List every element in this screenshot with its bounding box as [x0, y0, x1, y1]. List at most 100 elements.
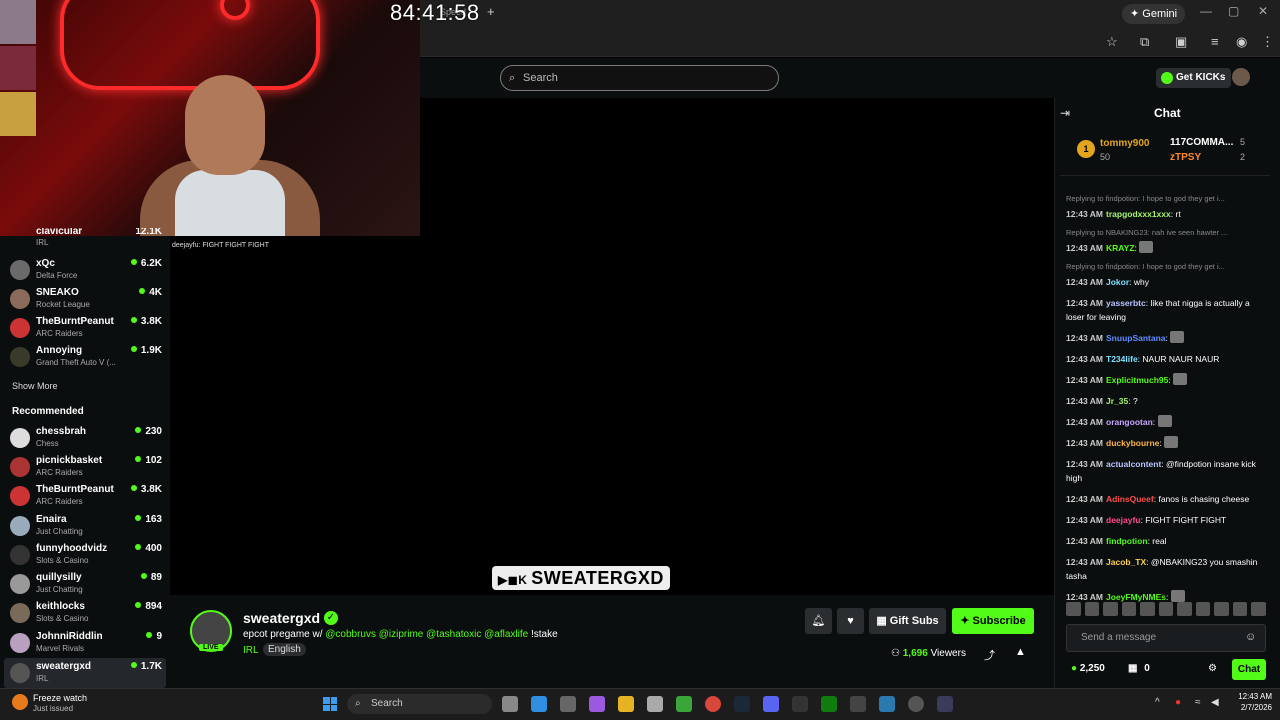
sidebar-channel[interactable]: Annoying Grand Theft Auto V (... 1.9K [10, 343, 162, 371]
emote-item[interactable] [1251, 602, 1267, 616]
start-button[interactable] [323, 697, 337, 711]
microphone-icon[interactable]: ● [1175, 697, 1181, 708]
sidebar-channel[interactable]: JohnniRiddlin Marvel Rivals 9 [10, 629, 162, 657]
task-view-icon[interactable] [502, 696, 518, 712]
leaderboard-name[interactable]: tommy900 [1100, 138, 1149, 149]
chrome-icon[interactable] [705, 696, 721, 712]
sidebar-channel[interactable]: TheBurntPeanut ARC Raiders 3.8K [10, 482, 162, 510]
chat-username[interactable]: KRAYZ [1106, 243, 1135, 253]
get-kicks-button[interactable]: Get KICKs [1156, 68, 1232, 88]
chat-username[interactable]: deejayfu [1106, 515, 1141, 525]
emote-item[interactable] [1232, 602, 1248, 616]
sidebar-channel-active[interactable]: sweatergxd IRL 1.7K [10, 659, 162, 687]
kicks-balance[interactable]: ● 2,250 [1071, 663, 1105, 674]
chat-username[interactable]: orangootan [1106, 417, 1153, 427]
emote-item[interactable] [1066, 602, 1081, 616]
chat-reply-context[interactable]: Replying to findpotion: I hope to god th… [1066, 194, 1264, 203]
chat-message-input[interactable]: Send a message [1066, 624, 1266, 652]
app-icon[interactable] [850, 696, 866, 712]
show-more-link[interactable]: Show More [12, 381, 58, 391]
file-explorer-icon[interactable] [618, 696, 634, 712]
sidebar-channel[interactable]: picnickbasket ARC Raiders 102 [10, 453, 162, 481]
app-icon[interactable] [937, 696, 953, 712]
app-icon[interactable] [879, 696, 895, 712]
share-icon[interactable]: ⤴ [984, 647, 995, 663]
profile-icon[interactable]: ◉ [1236, 34, 1247, 50]
chat-username[interactable]: Explicitmuch95 [1106, 375, 1168, 385]
edge-icon[interactable] [531, 696, 547, 712]
sidebar-channel[interactable]: funnyhoodvidz Slots & Casino 400 [10, 541, 162, 569]
sidebar-channel[interactable]: Enaira Just Chatting 163 [10, 512, 162, 540]
app-icon[interactable] [792, 696, 808, 712]
emote-item[interactable] [1140, 602, 1155, 616]
collapse-chat-icon[interactable]: ⇥ [1060, 106, 1070, 120]
send-chat-button[interactable]: Chat [1232, 659, 1266, 680]
sidebar-channel[interactable]: SNEAKO Rocket League 4K [10, 285, 162, 313]
weather-alert-icon[interactable] [12, 694, 28, 710]
emote-item[interactable] [1195, 602, 1211, 616]
notification-bell-button[interactable]: 🔔︎ [805, 608, 832, 634]
minimize-icon[interactable]: — [1200, 4, 1212, 18]
chat-reply-context[interactable]: Replying to NBAKING23: nah ive seen hawt… [1066, 228, 1264, 237]
chat-username[interactable]: Jokor [1106, 277, 1129, 287]
maximize-icon[interactable]: ▢ [1228, 4, 1239, 18]
chat-username[interactable]: T234life [1106, 354, 1138, 364]
report-icon[interactable]: ▲ [1015, 646, 1026, 658]
new-tab-icon[interactable]: + [487, 4, 495, 19]
taskbar-search[interactable]: ⌕ Search [347, 694, 492, 714]
emoji-icon[interactable]: ☺ [1245, 631, 1256, 643]
leaderboard-name[interactable]: zTPSY [1170, 152, 1201, 163]
close-icon[interactable]: ✕ [1258, 4, 1268, 18]
chat-username[interactable]: SnuupSantana [1106, 333, 1166, 343]
follow-button[interactable]: ♥ [837, 608, 864, 634]
sidebar-channel[interactable]: xQc Delta Force 6.2K [10, 256, 162, 284]
leaderboard-name[interactable]: 117COMMA... [1170, 137, 1233, 148]
wifi-icon[interactable]: ≈ [1195, 697, 1201, 708]
discord-icon[interactable] [763, 696, 779, 712]
gift-count[interactable]: ▦ 0 [1128, 663, 1150, 674]
extensions-icon[interactable]: ⧉ [1140, 34, 1149, 50]
tray-chevron-icon[interactable]: ^ [1155, 697, 1160, 708]
sheets-app-icon[interactable] [676, 696, 692, 712]
chat-username[interactable]: AdinsQueef [1106, 494, 1154, 504]
stream-category-link[interactable]: IRL [243, 645, 259, 656]
settings-app-icon[interactable] [560, 696, 576, 712]
sidebar-channel[interactable]: chessbrah Chess 230 [10, 424, 162, 452]
emote-item[interactable] [1214, 602, 1229, 616]
steam-icon[interactable] [734, 696, 750, 712]
gift-subs-button[interactable]: ▦ Gift Subs [869, 608, 946, 634]
system-clock[interactable]: 12:43 AM 2/7/2026 [1232, 691, 1272, 713]
user-avatar[interactable] [1232, 68, 1250, 86]
copilot-icon[interactable] [589, 696, 605, 712]
cast-icon[interactable]: ▣ [1175, 34, 1187, 50]
volume-icon[interactable]: ◀ [1211, 697, 1219, 708]
chat-username[interactable]: Jacob_TX [1106, 557, 1146, 567]
music-app-icon[interactable] [647, 696, 663, 712]
chat-username[interactable]: Jr_35 [1106, 396, 1128, 406]
emote-bar[interactable] [1066, 602, 1267, 618]
bookmark-star-icon[interactable]: ☆ [1106, 34, 1118, 50]
emote-item[interactable] [1158, 602, 1174, 616]
sidebar-channel-partial[interactable]: clavicular IRL 12.1K [10, 228, 162, 246]
channel-name[interactable]: sweatergxd [243, 610, 320, 626]
chat-username[interactable]: yasserbtc [1106, 298, 1146, 308]
emote-item[interactable] [1121, 602, 1137, 616]
emote-item[interactable] [1177, 602, 1192, 616]
chat-username[interactable]: findpotion [1106, 536, 1148, 546]
menu-dots-icon[interactable]: ⋮ [1261, 34, 1274, 50]
weather-alert-title[interactable]: Freeze watch [33, 693, 87, 703]
search-input[interactable]: ⌕ Search [500, 65, 779, 91]
obs-icon[interactable] [908, 696, 924, 712]
xbox-icon[interactable] [821, 696, 837, 712]
chat-username[interactable]: JoeyFMyNMEs [1106, 592, 1166, 602]
language-tag[interactable]: English [263, 643, 306, 656]
sidebar-channel[interactable]: TheBurntPeanut ARC Raiders 3.8K [10, 314, 162, 342]
stream-title-mentions[interactable]: @cobbruvs @iziprime @tashatoxic @aflaxli… [325, 629, 528, 640]
chat-settings-icon[interactable]: ⚙ [1208, 663, 1217, 674]
subscribe-button[interactable]: ✦ Subscribe [952, 608, 1034, 634]
emote-item[interactable] [1103, 602, 1118, 616]
gemini-button[interactable]: ✦ Gemini [1122, 4, 1186, 24]
sidebar-channel[interactable]: keithlocks Slots & Casino 894 [10, 599, 162, 627]
emote-item[interactable] [1084, 602, 1100, 616]
sidebar-channel[interactable]: quillysilly Just Chatting 89 [10, 570, 162, 598]
